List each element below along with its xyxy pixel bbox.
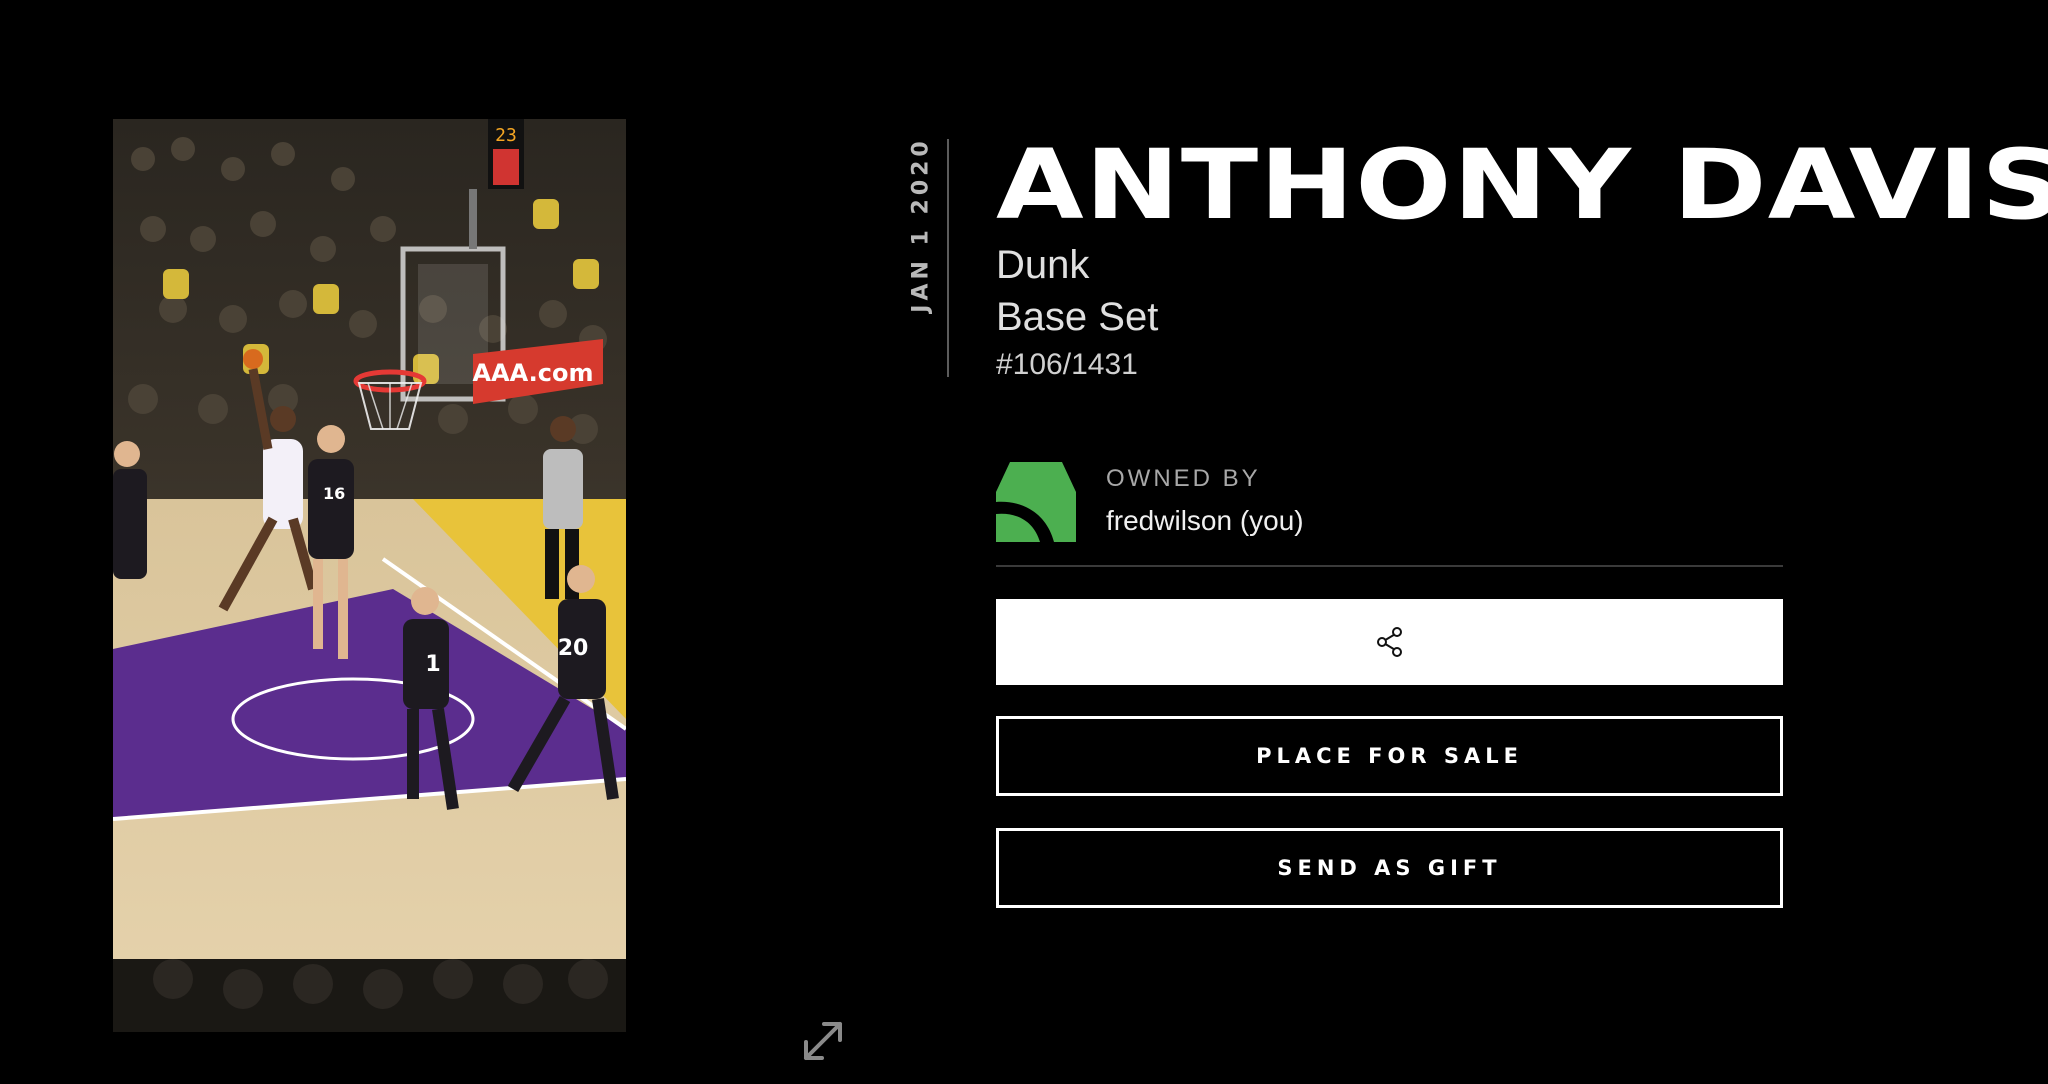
highlight-video-frame: 23 AAA.com 16 1 20 [113, 119, 626, 1032]
expand-icon [804, 1022, 842, 1060]
share-button[interactable] [996, 599, 1783, 685]
owner-avatar[interactable] [996, 462, 1076, 542]
jersey-number-20: 20 [558, 636, 589, 661]
play-type: Dunk [996, 243, 1090, 287]
serial-number: #106/1431 [996, 348, 1138, 381]
jersey-number-16: 16 [323, 484, 345, 503]
share-icon [1376, 627, 1402, 657]
owner-name[interactable]: fredwilson (you) [1106, 505, 1304, 537]
highlight-video[interactable]: 23 AAA.com 16 1 20 [113, 119, 626, 1032]
moment-date-column: JAN 1 2020 [895, 137, 949, 377]
place-for-sale-button[interactable]: PLACE FOR SALE [996, 716, 1783, 796]
owner-avatar-icon [996, 462, 1076, 542]
set-name: Base Set [996, 295, 1159, 339]
moment-date: JAN 1 2020 [908, 137, 934, 313]
shot-clock-text: 23 [495, 125, 517, 146]
ad-board-text: AAA.com [472, 359, 593, 387]
moment-detail-page: 23 AAA.com 16 1 20 JAN 1 2020 ANTHONY DA… [0, 0, 2048, 1084]
date-divider [947, 139, 949, 377]
owned-by-label: OWNED BY [1106, 465, 1261, 492]
send-as-gift-button[interactable]: SEND AS GIFT [996, 828, 1783, 908]
player-name: ANTHONY DAVIS [996, 129, 2048, 241]
jersey-number-1: 1 [425, 652, 440, 677]
owner-divider [996, 565, 1783, 567]
expand-video-button[interactable] [798, 1016, 848, 1066]
